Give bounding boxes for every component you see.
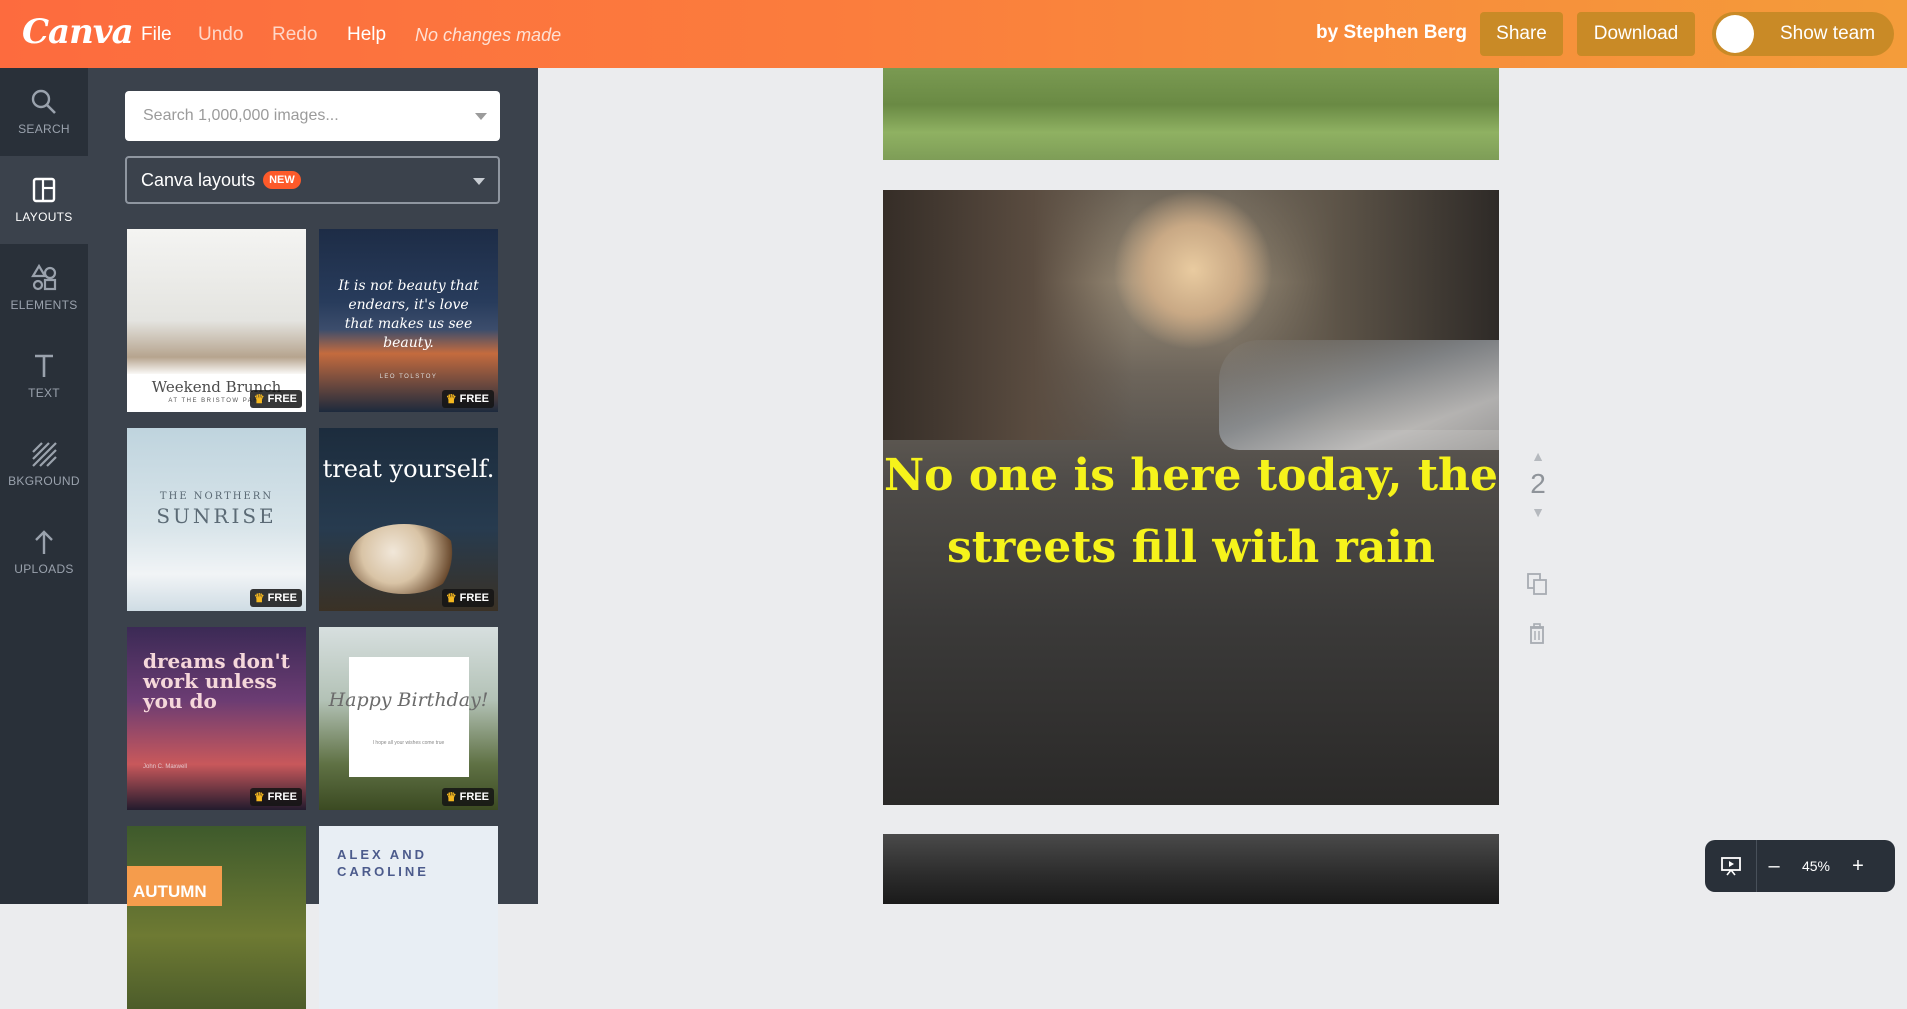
search-icon (31, 89, 56, 114)
crown-icon: ♛ (253, 790, 265, 804)
image-search-input[interactable]: Search 1,000,000 images... (125, 91, 500, 141)
crown-icon: ♛ (253, 392, 265, 406)
crown-icon: ♛ (253, 591, 265, 605)
trash-icon[interactable] (1526, 622, 1548, 646)
design-page-2[interactable]: No one is here today, the streets fill w… (883, 190, 1499, 805)
free-badge: ♛ FREE (441, 589, 494, 607)
search-placeholder: Search 1,000,000 images... (143, 107, 339, 124)
layout-thumb-weekend-brunch[interactable]: Weekend Brunch AT THE BRISTOW PARK ♛ FREE (127, 229, 306, 412)
undo-button[interactable]: Undo (198, 24, 243, 46)
zoom-in-button[interactable]: + (1841, 855, 1875, 878)
free-badge: ♛ FREE (249, 390, 302, 408)
file-menu[interactable]: File (141, 24, 172, 46)
rail-uploads[interactable]: UPLOADS (0, 508, 88, 596)
free-label: FREE (459, 592, 489, 604)
toggle-knob (1716, 15, 1754, 53)
page-number: 2 (1530, 468, 1546, 499)
upload-icon (35, 530, 53, 554)
thumb-subtitle: John C. Maxwell (143, 764, 188, 770)
move-page-down-icon[interactable]: ▼ (1520, 504, 1556, 520)
background-photo-left (883, 190, 1133, 440)
move-page-up-icon[interactable]: ▲ (1520, 448, 1556, 464)
free-label: FREE (459, 791, 489, 803)
free-badge: ♛ FREE (441, 788, 494, 806)
chevron-down-icon[interactable] (475, 113, 487, 120)
thumb-title: ALEX AND CAROLINE (337, 847, 429, 879)
rail-layouts[interactable]: LAYOUTS (0, 156, 88, 244)
free-label: FREE (459, 393, 489, 405)
rail-label: LAYOUTS (15, 210, 73, 224)
show-team-toggle[interactable]: Show team (1712, 12, 1894, 56)
layout-thumb-happy-birthday[interactable]: Happy Birthday! I hope all your wishes c… (319, 627, 498, 810)
zoom-out-button[interactable]: – (1757, 855, 1791, 878)
rail-label: BKGROUND (8, 474, 80, 488)
rail-background[interactable]: BKGROUND (0, 420, 88, 508)
help-menu[interactable]: Help (347, 24, 386, 46)
layout-thumb-treat-yourself[interactable]: treat yourself. ♛ FREE (319, 428, 498, 611)
design-page-1[interactable] (883, 68, 1499, 160)
rail-label: SEARCH (18, 122, 70, 136)
chevron-down-icon (473, 178, 485, 185)
zoom-control: – 45% + (1705, 840, 1895, 892)
rail-elements[interactable]: ELEMENTS (0, 244, 88, 332)
tool-rail: SEARCH LAYOUTS ELEMENTS TEXT BKGROUND UP… (0, 68, 88, 904)
page-controls: ▲ 2 ▼ (1520, 448, 1556, 520)
thumb-title: It is not beauty that endears, it's love… (338, 278, 479, 351)
background-photo-sky (1113, 190, 1273, 350)
download-button[interactable]: Download (1577, 12, 1695, 56)
text-icon (35, 354, 53, 377)
layouts-category-dropdown[interactable]: Canva layouts NEW (125, 156, 500, 204)
zoom-level[interactable]: 45% (1791, 858, 1841, 874)
layout-thumb-dreams[interactable]: dreams don't work unless you do John C. … (127, 627, 306, 810)
thumb-title: SUNRISE (156, 504, 277, 528)
dropdown-label: Canva layouts (141, 169, 256, 190)
rail-label: TEXT (28, 386, 60, 400)
free-badge: ♛ FREE (441, 390, 494, 408)
background-icon (32, 442, 57, 467)
layout-icon (32, 177, 56, 203)
free-label: FREE (267, 592, 297, 604)
rail-search[interactable]: SEARCH (0, 68, 88, 156)
free-label: FREE (267, 791, 297, 803)
thumb-title: AUTUMN (127, 866, 222, 906)
shapes-icon (31, 264, 57, 291)
free-badge: ♛ FREE (249, 589, 302, 607)
new-badge: NEW (263, 171, 301, 189)
rail-label: UPLOADS (14, 562, 74, 576)
thumb-subtitle: LEO TOLSTOY (379, 374, 438, 380)
redo-button[interactable]: Redo (272, 24, 317, 46)
crown-icon: ♛ (445, 591, 457, 605)
rail-text[interactable]: TEXT (0, 332, 88, 420)
present-button[interactable] (1705, 840, 1757, 892)
show-team-label: Show team (1780, 23, 1876, 44)
layout-thumb-northern-sunrise[interactable]: THE NORTHERN SUNRISE ♛ FREE (127, 428, 306, 611)
thumb-subtitle: THE NORTHERN (159, 491, 274, 502)
canva-logo[interactable]: Canva (22, 12, 134, 52)
thumb-subtitle: I hope all your wishes come true (372, 740, 445, 746)
layout-thumb-tolstoy-quote[interactable]: It is not beauty that endears, it's love… (319, 229, 498, 412)
crown-icon: ♛ (445, 790, 457, 804)
thumb-card (349, 657, 469, 777)
thumb-title: treat yourself. (322, 455, 495, 483)
copy-page-icon[interactable] (1526, 572, 1548, 596)
quote-text[interactable]: No one is here today, the streets fill w… (883, 440, 1499, 584)
rail-label: ELEMENTS (10, 298, 78, 312)
thumb-title: dreams don't work unless you do (143, 649, 290, 713)
top-bar: Canva File Undo Redo Help No changes mad… (0, 0, 1907, 68)
ice-cream-image (349, 524, 459, 594)
layout-thumb-alex-and-caroline[interactable]: ALEX AND CAROLINE (319, 826, 498, 1009)
design-page-3[interactable] (883, 834, 1499, 904)
save-status: No changes made (415, 25, 562, 45)
presentation-icon (1720, 857, 1741, 876)
share-button[interactable]: Share (1480, 12, 1563, 56)
free-label: FREE (267, 393, 297, 405)
crown-icon: ♛ (445, 392, 457, 406)
layout-thumb-autumn[interactable]: AUTUMN (127, 826, 306, 1009)
author-byline: by Stephen Berg (1316, 22, 1467, 43)
background-photo-cars (1219, 340, 1499, 450)
free-badge: ♛ FREE (249, 788, 302, 806)
thumb-title: Happy Birthday! (328, 689, 489, 711)
